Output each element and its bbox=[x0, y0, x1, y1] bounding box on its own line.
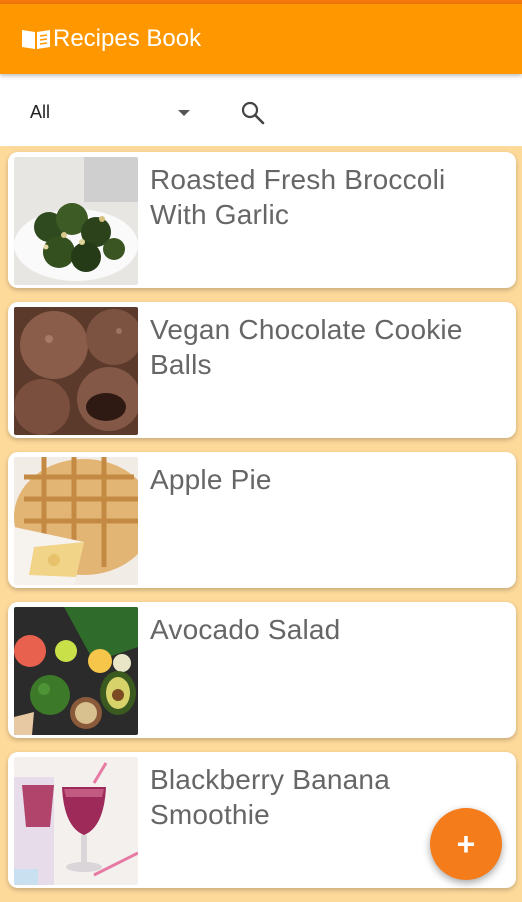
app-bar: Recipes Book bbox=[0, 4, 522, 74]
recipe-image bbox=[14, 157, 138, 285]
recipe-name: Roasted Fresh Broccoli With Garlic bbox=[150, 164, 446, 230]
recipe-name: Apple Pie bbox=[150, 464, 272, 495]
plus-icon: + bbox=[456, 826, 476, 862]
app-title: Recipes Book bbox=[53, 25, 202, 52]
search-icon bbox=[241, 101, 265, 125]
search-button[interactable] bbox=[240, 100, 274, 134]
recipe-image bbox=[14, 307, 138, 435]
recipe-card[interactable]: Vegan Chocolate Cookie Balls bbox=[8, 302, 516, 438]
caret-down-icon bbox=[178, 110, 190, 116]
recipe-name: Avocado Salad bbox=[150, 614, 341, 645]
category-dropdown[interactable]: All bbox=[30, 100, 196, 128]
recipe-card[interactable]: Roasted Fresh Broccoli With Garlic bbox=[8, 152, 516, 288]
recipe-name: Vegan Chocolate Cookie Balls bbox=[150, 314, 463, 380]
recipe-list: Roasted Fresh Broccoli With Garlic Vegan… bbox=[8, 152, 516, 902]
recipe-card[interactable]: Apple Pie bbox=[8, 452, 516, 588]
recipe-image bbox=[14, 457, 138, 585]
recipe-image bbox=[14, 607, 138, 735]
add-recipe-button[interactable]: + bbox=[430, 808, 502, 880]
recipe-image bbox=[14, 757, 138, 885]
recipe-card[interactable]: Avocado Salad bbox=[8, 602, 516, 738]
book-icon bbox=[20, 27, 52, 51]
category-value: All bbox=[30, 102, 51, 122]
filter-bar: All bbox=[0, 74, 522, 146]
